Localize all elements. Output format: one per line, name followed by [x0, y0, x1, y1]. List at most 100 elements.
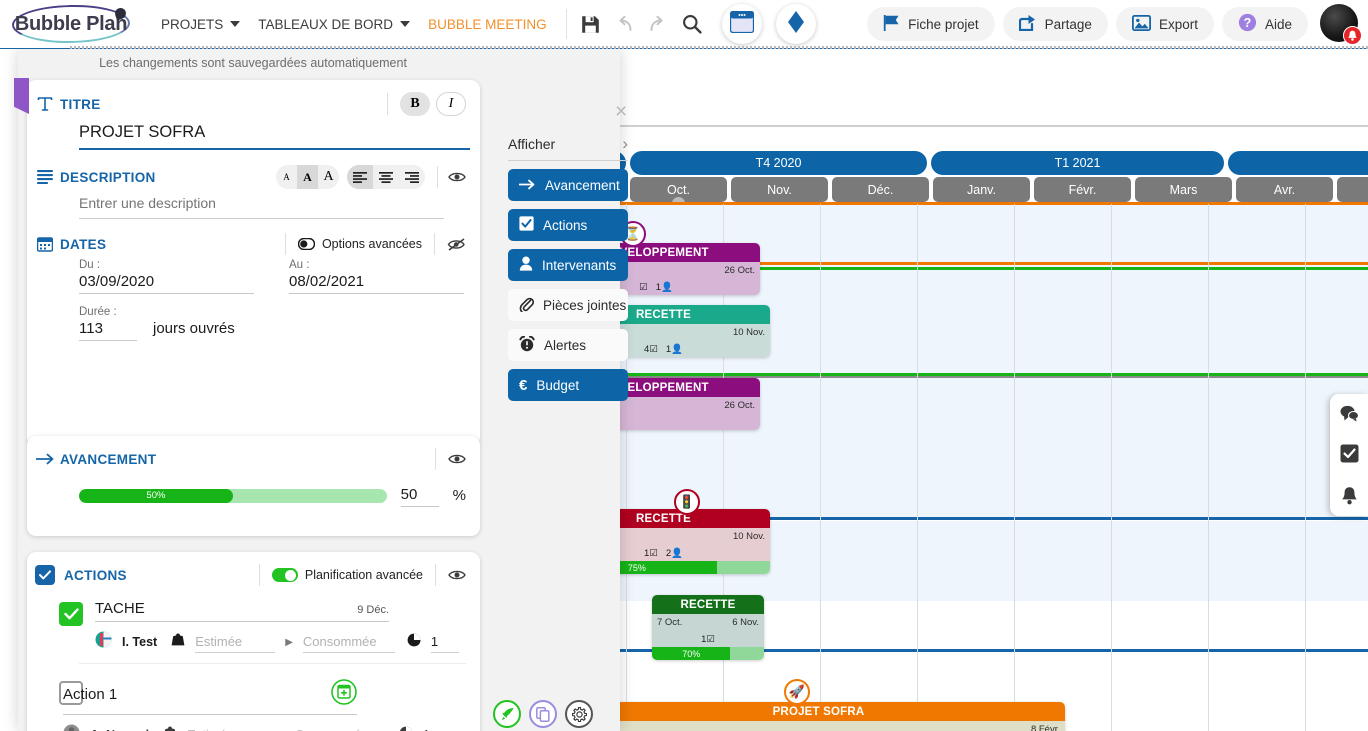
gantt-month-cell[interactable]	[1337, 177, 1368, 202]
actions-visibility-eye-icon[interactable]	[448, 569, 466, 581]
duration-input[interactable]	[79, 318, 137, 341]
gantt-chart-area[interactable]: T4 2020 T1 2021 Oct. Nov. Déc. Janv. Fév…	[612, 49, 1368, 731]
notification-badge[interactable]	[1343, 26, 1362, 45]
dates-visibility-eye-off-icon[interactable]	[447, 237, 466, 251]
menu-item-avancement[interactable]: Avancement	[508, 169, 628, 201]
action-checkbox-checked[interactable]	[59, 602, 83, 626]
gantt-quarter-cell[interactable]: T1 2021	[931, 151, 1224, 175]
menu-item-pieces-jointes[interactable]: Pièces jointes	[508, 289, 628, 321]
fiche-projet-button[interactable]: Fiche projet	[867, 7, 995, 41]
gantt-month-cell[interactable]: Févr.	[1034, 177, 1131, 202]
comments-icon[interactable]	[1340, 405, 1359, 422]
afficher-header[interactable]: Afficher ›	[508, 134, 628, 161]
actions-checkbox[interactable]	[35, 565, 55, 585]
export-button[interactable]: Export	[1115, 7, 1214, 41]
side-tools-widget[interactable]	[1330, 394, 1368, 516]
menu-item-intervenants[interactable]: Intervenants	[508, 249, 628, 281]
rocket-button[interactable]	[493, 700, 521, 728]
partage-button[interactable]: Partage	[1002, 7, 1108, 41]
save-icon[interactable]	[581, 15, 600, 34]
gantt-month-cell[interactable]: Mars	[1135, 177, 1232, 202]
menu-item-actions[interactable]: Actions	[508, 209, 628, 241]
left-color-tab[interactable]	[14, 78, 29, 114]
title-input[interactable]	[79, 120, 470, 150]
gantt-bar[interactable]: DEVELOPPEMENT 26 Oct. 4☑	[612, 378, 760, 430]
section-titre-header: TITRE B I	[27, 80, 480, 116]
count-input[interactable]	[422, 724, 451, 731]
font-size-small-button[interactable]: A	[276, 165, 297, 189]
close-icon[interactable]: ×	[615, 101, 627, 122]
toolbar-divider	[565, 9, 567, 39]
gantt-inner: T4 2020 T1 2021 Oct. Nov. Déc. Janv. Fév…	[612, 49, 1368, 731]
advanced-planning-toggle[interactable]	[271, 568, 298, 582]
gantt-month-cell[interactable]: Avr.	[1236, 177, 1333, 202]
notifications-bell-icon[interactable]	[1341, 486, 1358, 505]
menu-item-budget[interactable]: € Budget	[508, 369, 628, 401]
gantt-bar-dates: pt. 10 Nov.	[612, 528, 770, 545]
gantt-bar-progress: 70%	[652, 647, 764, 660]
gantt-bar-title: DEVELOPPEMENT	[612, 378, 760, 397]
nav-item-projets[interactable]: PROJETS	[152, 11, 249, 38]
consumed-input[interactable]	[294, 724, 387, 731]
weight-icon	[171, 633, 185, 651]
search-icon[interactable]	[682, 14, 702, 34]
estimated-input[interactable]	[195, 631, 276, 653]
progress-track[interactable]: 50%	[79, 488, 387, 503]
estimated-input[interactable]	[187, 724, 268, 731]
gantt-bar[interactable]: DEVELOPPEMENT 26 Oct. ☑ 1👤	[612, 243, 760, 295]
menu-item-alertes[interactable]: Alertes	[508, 329, 628, 361]
nav-item-bubble-meeting[interactable]: BUBBLE MEETING	[419, 11, 556, 38]
gantt-bar[interactable]: RECETTE pt. 10 Nov. 4☑ 1👤	[612, 305, 770, 357]
milestone-button[interactable]	[775, 4, 816, 44]
action-row[interactable]: Action 1 A. Normal ▶	[59, 663, 466, 731]
gantt-month-cell[interactable]: Janv.	[933, 177, 1030, 202]
duplicate-button[interactable]	[529, 700, 557, 728]
align-center-icon[interactable]	[373, 165, 399, 189]
gantt-bar[interactable]: RECETTE pt. 10 Nov. 1☑ 2👤 75%	[612, 509, 770, 574]
date-to-input[interactable]	[289, 271, 464, 294]
text-align-group[interactable]	[347, 165, 425, 189]
window-view-button[interactable]	[721, 4, 762, 44]
action-row[interactable]: TACHE 9 Déc. I. Test ▶	[27, 586, 480, 653]
consumed-input[interactable]	[302, 631, 395, 653]
nav-label: TABLEAUX DE BORD	[258, 16, 394, 32]
advanced-planning-toggle-wrap[interactable]: Planification avancée	[271, 568, 423, 582]
font-size-large-button[interactable]: A	[318, 165, 339, 189]
italic-button[interactable]: I	[436, 92, 466, 116]
pie-chart-icon	[399, 726, 413, 731]
gantt-bar[interactable]: RECETTE 7 Oct. 6 Nov. 1☑ 70%	[652, 595, 764, 660]
assignee-name: I. Test	[122, 635, 158, 649]
section-description-header: DESCRIPTION A A A	[27, 150, 480, 189]
count-input[interactable]	[430, 631, 459, 653]
add-to-calendar-icon[interactable]	[331, 679, 357, 710]
date-from-input[interactable]	[79, 271, 254, 294]
align-left-icon[interactable]	[347, 165, 373, 189]
bar-badge-rocket[interactable]: 🚀	[784, 679, 810, 705]
tasks-checkbox-icon[interactable]	[1340, 444, 1359, 463]
gantt-quarter-cell[interactable]: T4 2020	[630, 151, 927, 175]
description-visibility-eye-icon[interactable]	[448, 171, 466, 183]
description-input[interactable]	[79, 192, 444, 219]
font-size-group[interactable]: A A A	[276, 165, 339, 189]
gantt-month-cell[interactable]: Nov.	[731, 177, 828, 202]
avancement-visibility-eye-icon[interactable]	[448, 453, 466, 465]
align-right-icon[interactable]	[399, 165, 425, 189]
progress-percent-input[interactable]	[400, 484, 439, 507]
logo[interactable]: Bubble Plan	[6, 1, 136, 47]
euro-icon: €	[519, 376, 528, 394]
section-actions-header: ACTIONS Planification avancée	[27, 552, 480, 586]
settings-button[interactable]	[565, 700, 593, 728]
redo-icon[interactable]	[648, 15, 668, 33]
font-size-medium-button[interactable]: A	[297, 165, 318, 189]
user-avatar-wrap[interactable]	[1320, 4, 1362, 45]
flag-icon	[883, 14, 900, 34]
nav-item-tableaux-de-bord[interactable]: TABLEAUX DE BORD	[249, 11, 419, 38]
gantt-quarter-cell[interactable]	[1228, 151, 1368, 175]
undo-icon[interactable]	[614, 15, 634, 33]
bold-button[interactable]: B	[400, 92, 430, 116]
advanced-options-button[interactable]: Options avancées	[297, 237, 422, 251]
gantt-bar[interactable]: PROJET SOFRA 8 Févr. 1☑ 2👤 1€ 50%	[612, 702, 1065, 731]
gantt-month-cell[interactable]: Déc.	[832, 177, 929, 202]
bar-badge-traffic-light[interactable]: 🚦	[674, 489, 700, 515]
aide-button[interactable]: ? Aide	[1221, 7, 1308, 41]
